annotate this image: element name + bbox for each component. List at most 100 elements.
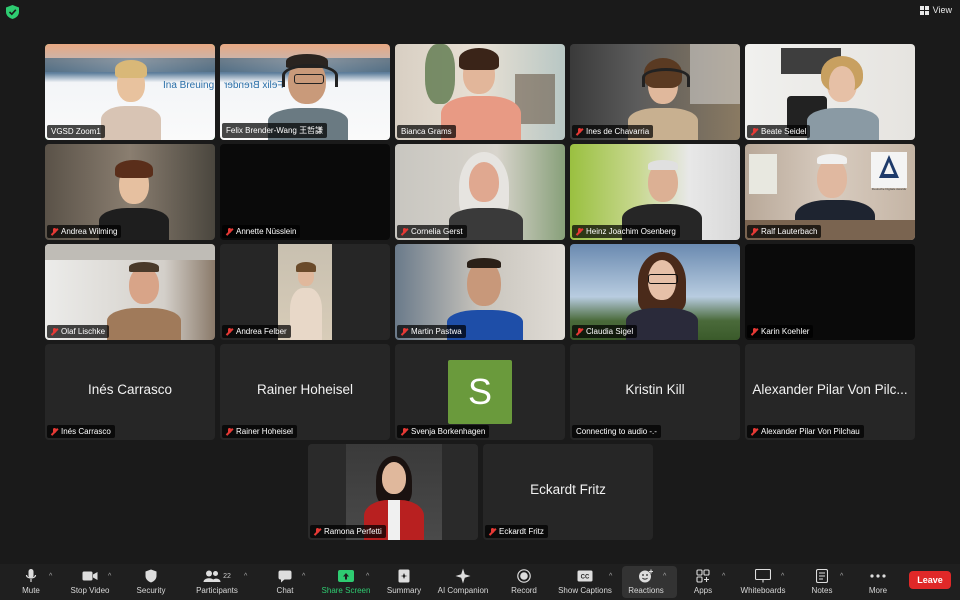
video-tile[interactable]: Martin Pastwa [395, 244, 565, 340]
name-only-tile[interactable]: Rainer Hoheisel Rainer Hoheisel [220, 344, 390, 440]
summary-button[interactable]: Summary [386, 568, 422, 600]
chat-bubble-icon [278, 570, 292, 582]
participant-name-tag: Ramona Perfetti [310, 525, 386, 538]
background-text: Felix Brender [224, 80, 284, 91]
video-tile[interactable]: Ines de Chavarria [570, 44, 740, 140]
participant-name-tag: Bianca Grams [397, 125, 456, 138]
participant-name-tag: Cornelia Gerst [397, 225, 467, 238]
top-bar: View [0, 0, 960, 24]
apps-icon [696, 569, 710, 583]
view-button[interactable]: View [919, 5, 952, 15]
smiley-add-icon [639, 569, 653, 583]
background-text: Ina Breuing [163, 80, 215, 91]
stop-video-button[interactable]: Stop Video [68, 568, 112, 600]
captions-icon: CC [577, 570, 593, 582]
name-only-tile[interactable]: Eckardt Fritz Eckardt Fritz [483, 444, 653, 540]
participant-name-tag: Andrea Felber [222, 325, 291, 338]
share-screen-button[interactable]: Share Screen [320, 568, 372, 600]
chat-button[interactable]: Chat [272, 568, 298, 600]
view-label: View [932, 5, 952, 15]
whiteboards-options-caret[interactable]: ^ [781, 573, 787, 580]
participant-name-tag: Alexander Pilar Von Pilchau [747, 425, 864, 438]
participant-name-tag: Martin Pastwa [397, 325, 466, 338]
summary-icon [398, 569, 410, 583]
video-tile[interactable]: Heinz Joachim Osenberg [570, 144, 740, 240]
participant-name-tag: Andrea Wilming [47, 225, 122, 238]
participant-name-tag: Heinz Joachim Osenberg [572, 225, 680, 238]
name-only-tile[interactable]: Inés Carrasco Inés Carrasco [45, 344, 215, 440]
video-tile[interactable]: Cornelia Gerst [395, 144, 565, 240]
muted-mic-icon [751, 427, 758, 436]
participant-big-name: Rainer Hoheisel [256, 382, 354, 397]
reactions-button[interactable]: Reactions [626, 568, 666, 600]
muted-mic-icon [576, 327, 583, 336]
participant-name-tag: Annette Nüsslein [222, 225, 301, 238]
participant-name-tag: Beate Seidel [747, 125, 811, 138]
notes-options-caret[interactable]: ^ [840, 573, 846, 580]
video-tile[interactable]: Claudia Sigel [570, 244, 740, 340]
muted-mic-icon [51, 327, 58, 336]
muted-mic-icon [489, 527, 496, 536]
participants-button[interactable]: 22 Participants [192, 568, 242, 600]
encryption-shield-icon[interactable] [6, 5, 19, 19]
participant-name-tag: Claudia Sigel [572, 325, 638, 338]
record-button[interactable]: Record [509, 568, 539, 600]
name-only-tile[interactable]: Kristin Kill Connecting to audio -.- [570, 344, 740, 440]
avatar: S [448, 360, 512, 424]
microphone-icon [25, 569, 37, 582]
participant-name-tag: Svenja Borkenhagen [397, 425, 490, 438]
muted-mic-icon [51, 427, 58, 436]
participant-name-tag: Olaf Lischke [47, 325, 110, 338]
video-camera-icon [82, 571, 98, 581]
participant-big-name: Kristin Kill [625, 382, 685, 397]
muted-mic-icon [576, 127, 583, 136]
muted-mic-icon [401, 427, 408, 436]
participant-name-tag: Karin Koehler [747, 325, 814, 338]
notes-button[interactable]: Notes [808, 568, 836, 600]
more-button[interactable]: More [864, 568, 892, 600]
muted-mic-icon [314, 527, 321, 536]
participant-big-name: Inés Carrasco [87, 382, 173, 397]
show-captions-button[interactable]: CC Show Captions [557, 568, 613, 600]
video-tile[interactable]: Ramona Perfetti [308, 444, 478, 540]
ai-companion-button[interactable]: AI Companion [436, 568, 490, 600]
avatar-tile[interactable]: S Svenja Borkenhagen [395, 344, 565, 440]
video-tile[interactable]: Felix Brender Felix Brender-Wang 王哲謙 [220, 44, 390, 140]
reactions-options-caret[interactable]: ^ [663, 573, 669, 580]
video-tile[interactable]: Bianca Grams [395, 44, 565, 140]
captions-options-caret[interactable]: ^ [609, 573, 615, 580]
video-tile[interactable]: Deutsche Digitale Awards Ralf Lauterbach [745, 144, 915, 240]
video-tile[interactable]: Andrea Felber [220, 244, 390, 340]
apps-button[interactable]: Apps [690, 568, 716, 600]
participant-name-tag: Ines de Chavarria [572, 125, 654, 138]
video-tile[interactable]: Olaf Lischke [45, 244, 215, 340]
grid-icon [919, 5, 929, 15]
award-logo: Deutsche Digitale Awards [871, 152, 907, 191]
muted-mic-icon [226, 327, 233, 336]
muted-mic-icon [401, 327, 408, 336]
share-options-caret[interactable]: ^ [366, 573, 372, 580]
leave-button[interactable]: Leave [909, 571, 951, 589]
muted-mic-icon [576, 227, 583, 236]
security-button[interactable]: Security [134, 568, 168, 600]
video-options-caret[interactable]: ^ [108, 573, 114, 580]
participant-name-tag: Rainer Hoheisel [222, 425, 297, 438]
video-tile[interactable]: Andrea Wilming [45, 144, 215, 240]
video-tile[interactable]: Beate Seidel [745, 44, 915, 140]
participant-big-name: Alexander Pilar Von Pilc... [752, 382, 908, 397]
name-only-tile[interactable]: Alexander Pilar Von Pilc... Alexander Pi… [745, 344, 915, 440]
muted-mic-icon [751, 227, 758, 236]
chat-options-caret[interactable]: ^ [302, 573, 308, 580]
mute-button[interactable]: Mute [16, 568, 46, 600]
participants-icon [203, 570, 221, 582]
apps-options-caret[interactable]: ^ [722, 573, 728, 580]
participants-options-caret[interactable]: ^ [244, 573, 250, 580]
video-tile[interactable]: Karin Koehler [745, 244, 915, 340]
video-tile[interactable]: Ina Breuing VGSD Zoom1 [45, 44, 215, 140]
mute-options-caret[interactable]: ^ [49, 573, 55, 580]
muted-mic-icon [51, 227, 58, 236]
video-tile[interactable]: Annette Nüsslein [220, 144, 390, 240]
record-icon [517, 569, 531, 583]
participant-name-tag: Ralf Lauterbach [747, 225, 822, 238]
muted-mic-icon [751, 327, 758, 336]
